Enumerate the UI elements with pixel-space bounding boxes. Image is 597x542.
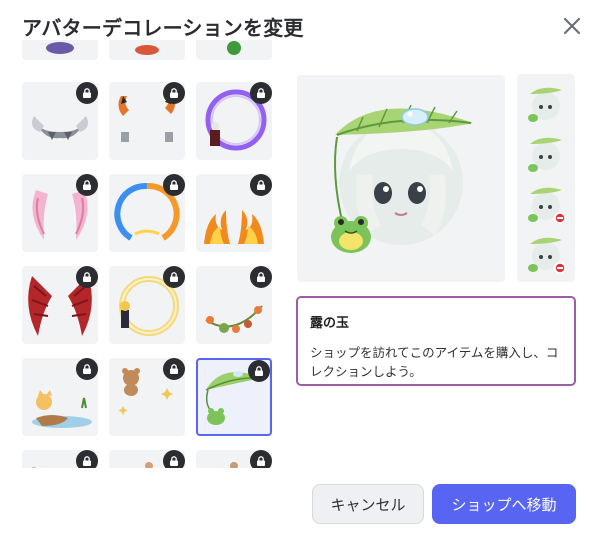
decoration-tile-pink-ribbons[interactable] [22,174,98,252]
item-description: ショップを訪れてこのアイテムを購入し、コレクションしよう。 [310,345,559,379]
decoration-tile-teddy-bear-sparkles[interactable] [109,358,185,436]
lock-icon [257,88,265,98]
lock-badge [250,266,272,288]
lock-badge [76,82,98,104]
lock-icon [255,366,263,376]
lock-badge [163,450,185,468]
preview-thumbnail [524,132,568,176]
lock-badge [163,174,185,196]
lock-badge [250,82,272,104]
decoration-tile-red-wings[interactable] [22,266,98,344]
lock-icon [83,88,91,98]
go-to-shop-button[interactable]: ショップへ移動 [432,484,576,524]
item-name: 露の玉 [310,316,350,331]
decoration-tile-fire-ice-ring[interactable] [109,174,185,252]
dialog-title: アバターデコレーションを変更 [22,16,304,40]
lock-icon [170,456,178,466]
lock-badge [76,358,98,380]
lock-icon [170,180,178,190]
decoration-tile-golden-halo[interactable] [109,266,185,344]
avatar-with-decoration-image [331,104,473,253]
lock-icon [257,456,265,466]
lock-icon [257,272,265,282]
decoration-tile[interactable] [109,40,185,60]
lock-icon [83,180,91,190]
decoration-tile[interactable] [196,40,272,60]
cancel-button[interactable]: キャンセル [312,484,424,524]
decoration-grid[interactable] [20,40,282,468]
close-icon [563,17,581,35]
decoration-tile-dark-portal[interactable] [196,82,272,160]
preview-size-thumbnails [517,74,575,282]
lock-icon [170,364,178,374]
lock-badge [163,358,185,380]
lock-badge [76,266,98,288]
decoration-tile-flame-ears[interactable] [196,174,272,252]
close-button[interactable] [560,14,584,38]
decoration-tile[interactable] [22,40,98,60]
decoration-tile[interactable] [196,450,272,468]
lock-badge [163,266,185,288]
lock-icon [83,272,91,282]
lock-icon [257,180,265,190]
lock-icon [83,456,91,466]
lock-icon [170,88,178,98]
lock-icon [83,364,91,374]
lock-icon [170,272,178,282]
lock-badge [163,82,185,104]
decoration-tile[interactable] [22,450,98,468]
decoration-tile-devil-horns[interactable] [109,82,185,160]
selected-item-info: 露の玉 ショップを訪れてこのアイテムを購入し、コレクションしよう。 [296,296,576,386]
lock-badge [248,360,270,382]
avatar-preview [297,75,505,282]
lock-badge [76,174,98,196]
change-avatar-decoration-dialog: アバターデコレーションを変更 露の玉 ショップを訪れてこのアイテムを購入し、コレ… [0,0,597,542]
decoration-tile[interactable] [109,450,185,468]
decoration-tile-cat-fishing[interactable] [22,358,98,436]
preview-thumbnail [524,82,568,126]
lock-badge [76,450,98,468]
decoration-tile-vegetable-garland[interactable] [196,266,272,344]
decoration-tile-leaf-frog[interactable] [196,358,272,436]
preview-thumbnail [524,232,568,276]
lock-badge [250,450,272,468]
lock-badge [250,174,272,196]
preview-thumbnail [524,182,568,226]
decoration-tile-viking-horns[interactable] [22,82,98,160]
